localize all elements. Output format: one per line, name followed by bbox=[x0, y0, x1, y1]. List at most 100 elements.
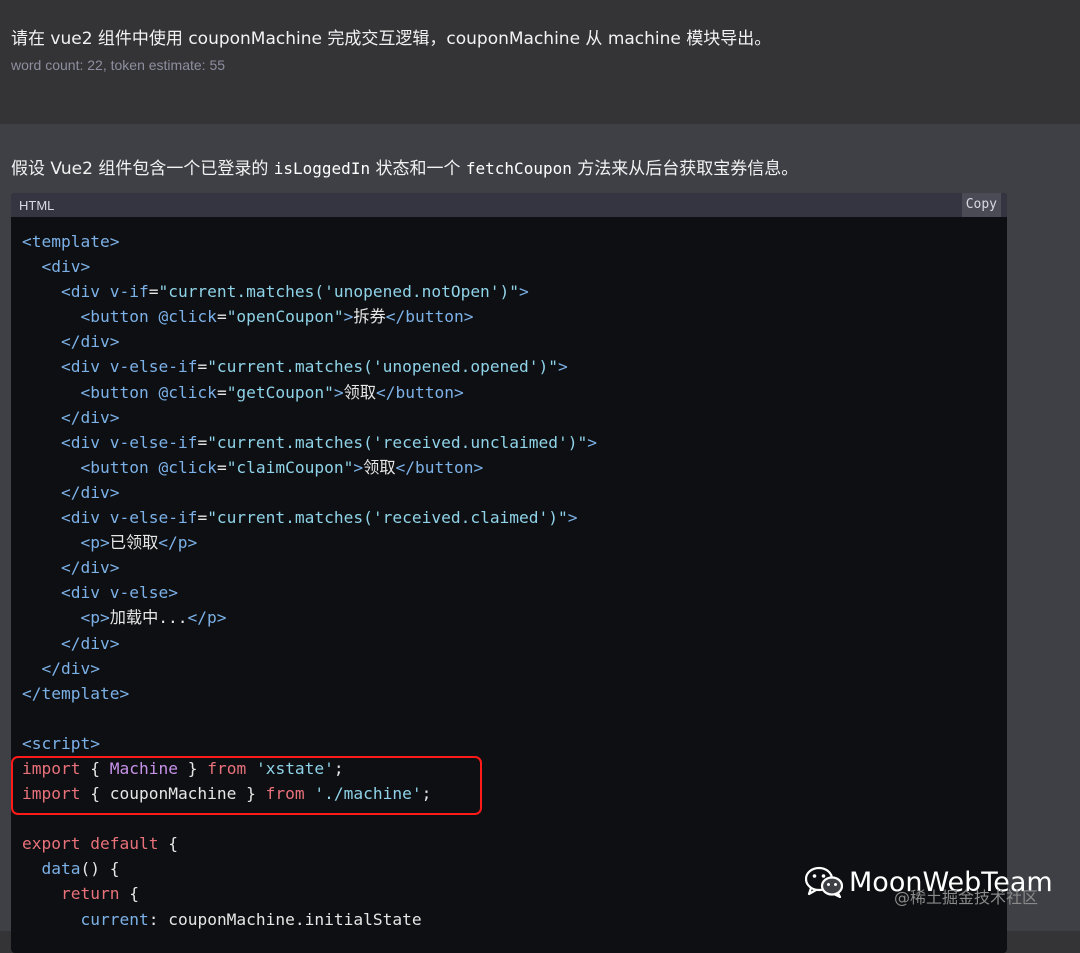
code-line: <div v-else-if="current.matches('receive… bbox=[22, 430, 996, 455]
code-token: "current.matches('unopened.opened')" bbox=[207, 357, 559, 377]
code-token: "current.matches('received.claimed')" bbox=[207, 508, 568, 528]
code-line: </div> bbox=[22, 405, 996, 430]
code-line: </template> bbox=[22, 681, 996, 706]
assistant-answer-block: 假设 Vue2 组件包含一个已登录的 isLoggedIn 状态和一个 fetc… bbox=[0, 124, 1080, 953]
code-token: > bbox=[343, 307, 354, 327]
code-token: = bbox=[216, 382, 227, 402]
intro-mid: 状态和一个 bbox=[370, 159, 466, 179]
code-token: 拆券 bbox=[353, 307, 386, 327]
code-line: <button @click="claimCoupon">领取</button> bbox=[22, 455, 996, 480]
code-token: = bbox=[216, 307, 227, 327]
code-token: () { bbox=[80, 859, 120, 879]
code-token: @click bbox=[158, 307, 217, 327]
code-token: { bbox=[119, 884, 139, 904]
code-token: "openCoupon" bbox=[226, 307, 344, 327]
code-token: v-else bbox=[109, 583, 169, 603]
code-token: > bbox=[567, 508, 578, 528]
code-token: </div> bbox=[60, 558, 120, 578]
code-token: > bbox=[333, 382, 344, 402]
code-token: </div> bbox=[60, 407, 120, 427]
code-line: <button @click="openCoupon">拆券</button> bbox=[22, 304, 996, 329]
code-language-label: HTML bbox=[19, 198, 55, 213]
code-token: <div bbox=[60, 583, 110, 603]
code-line: <p>加载中...</p> bbox=[22, 605, 996, 630]
code-token: v-else-if bbox=[109, 432, 198, 452]
code-token: = bbox=[197, 357, 208, 377]
code-token: > bbox=[353, 457, 364, 477]
code-token: "claimCoupon" bbox=[226, 457, 354, 477]
code-token: </button> bbox=[385, 307, 474, 327]
answer-intro: 假设 Vue2 组件包含一个已登录的 isLoggedIn 状态和一个 fetc… bbox=[11, 154, 798, 179]
code-line: <template> bbox=[22, 229, 996, 254]
code-token: > bbox=[558, 357, 568, 377]
code-line: </div> bbox=[22, 555, 996, 580]
code-token: data bbox=[41, 859, 81, 879]
code-token: 加载中... bbox=[109, 608, 188, 628]
code-token: : couponMachine.initialState bbox=[148, 909, 422, 929]
watermark-subtext: @稀土掘金技术社区 bbox=[894, 888, 1039, 907]
code-block-header: HTML Copy bbox=[11, 193, 1007, 217]
code-line: <p>已领取</p> bbox=[22, 530, 996, 555]
code-token: "getCoupon" bbox=[226, 382, 334, 402]
code-token: </p> bbox=[158, 533, 198, 553]
user-prompt-block: 请在 vue2 组件中使用 couponMachine 完成交互逻辑，coupo… bbox=[0, 0, 1080, 124]
code-token: return bbox=[60, 884, 120, 904]
code-token: 已领取 bbox=[109, 533, 159, 553]
code-token: = bbox=[216, 457, 227, 477]
code-token: default bbox=[90, 834, 159, 854]
code-token: </div> bbox=[60, 332, 120, 352]
code-token: <div> bbox=[41, 257, 91, 277]
code-token: <div bbox=[60, 282, 110, 302]
code-token: > bbox=[168, 583, 178, 603]
code-line: </div> bbox=[22, 631, 996, 656]
code-token: 领取 bbox=[343, 382, 377, 402]
code-line: <div v-if="current.matches('unopened.not… bbox=[22, 279, 996, 304]
code-body[interactable]: <template> <div> <div v-if="current.matc… bbox=[11, 217, 1007, 944]
code-token: v-if bbox=[109, 282, 149, 302]
code-token: = bbox=[197, 432, 208, 452]
code-token: { bbox=[158, 834, 178, 854]
code-token: </div> bbox=[60, 633, 120, 653]
wechat-icon bbox=[805, 866, 843, 898]
code-block: HTML Copy <template> <div> <div v-if="cu… bbox=[11, 193, 1007, 953]
code-line: current: couponMachine.initialState bbox=[22, 907, 996, 932]
code-token: > bbox=[587, 432, 598, 452]
code-token: @click bbox=[158, 382, 217, 402]
code-token: <div bbox=[60, 432, 110, 452]
intro-suffix: 方法来从后台获取宝券信息。 bbox=[571, 159, 799, 179]
code-token: v-else-if bbox=[109, 508, 198, 528]
intro-prefix: 假设 Vue2 组件包含一个已登录的 bbox=[11, 159, 274, 179]
user-prompt-text: 请在 vue2 组件中使用 couponMachine 完成交互逻辑，coupo… bbox=[11, 29, 772, 49]
code-line: export default { bbox=[22, 831, 996, 856]
code-line: <div> bbox=[22, 254, 996, 279]
code-token: <button bbox=[80, 457, 159, 477]
code-line: </div> bbox=[22, 480, 996, 505]
code-token: </div> bbox=[60, 482, 120, 502]
copy-button[interactable]: Copy bbox=[961, 193, 1001, 217]
code-token: current bbox=[80, 909, 149, 929]
code-token: export bbox=[22, 834, 81, 854]
code-token: <p> bbox=[80, 608, 110, 628]
code-token: v-else-if bbox=[109, 357, 198, 377]
code-token: > bbox=[519, 282, 529, 302]
code-token: "current.matches('unopened.notOpen')" bbox=[158, 282, 520, 302]
code-token: </button> bbox=[376, 382, 464, 402]
